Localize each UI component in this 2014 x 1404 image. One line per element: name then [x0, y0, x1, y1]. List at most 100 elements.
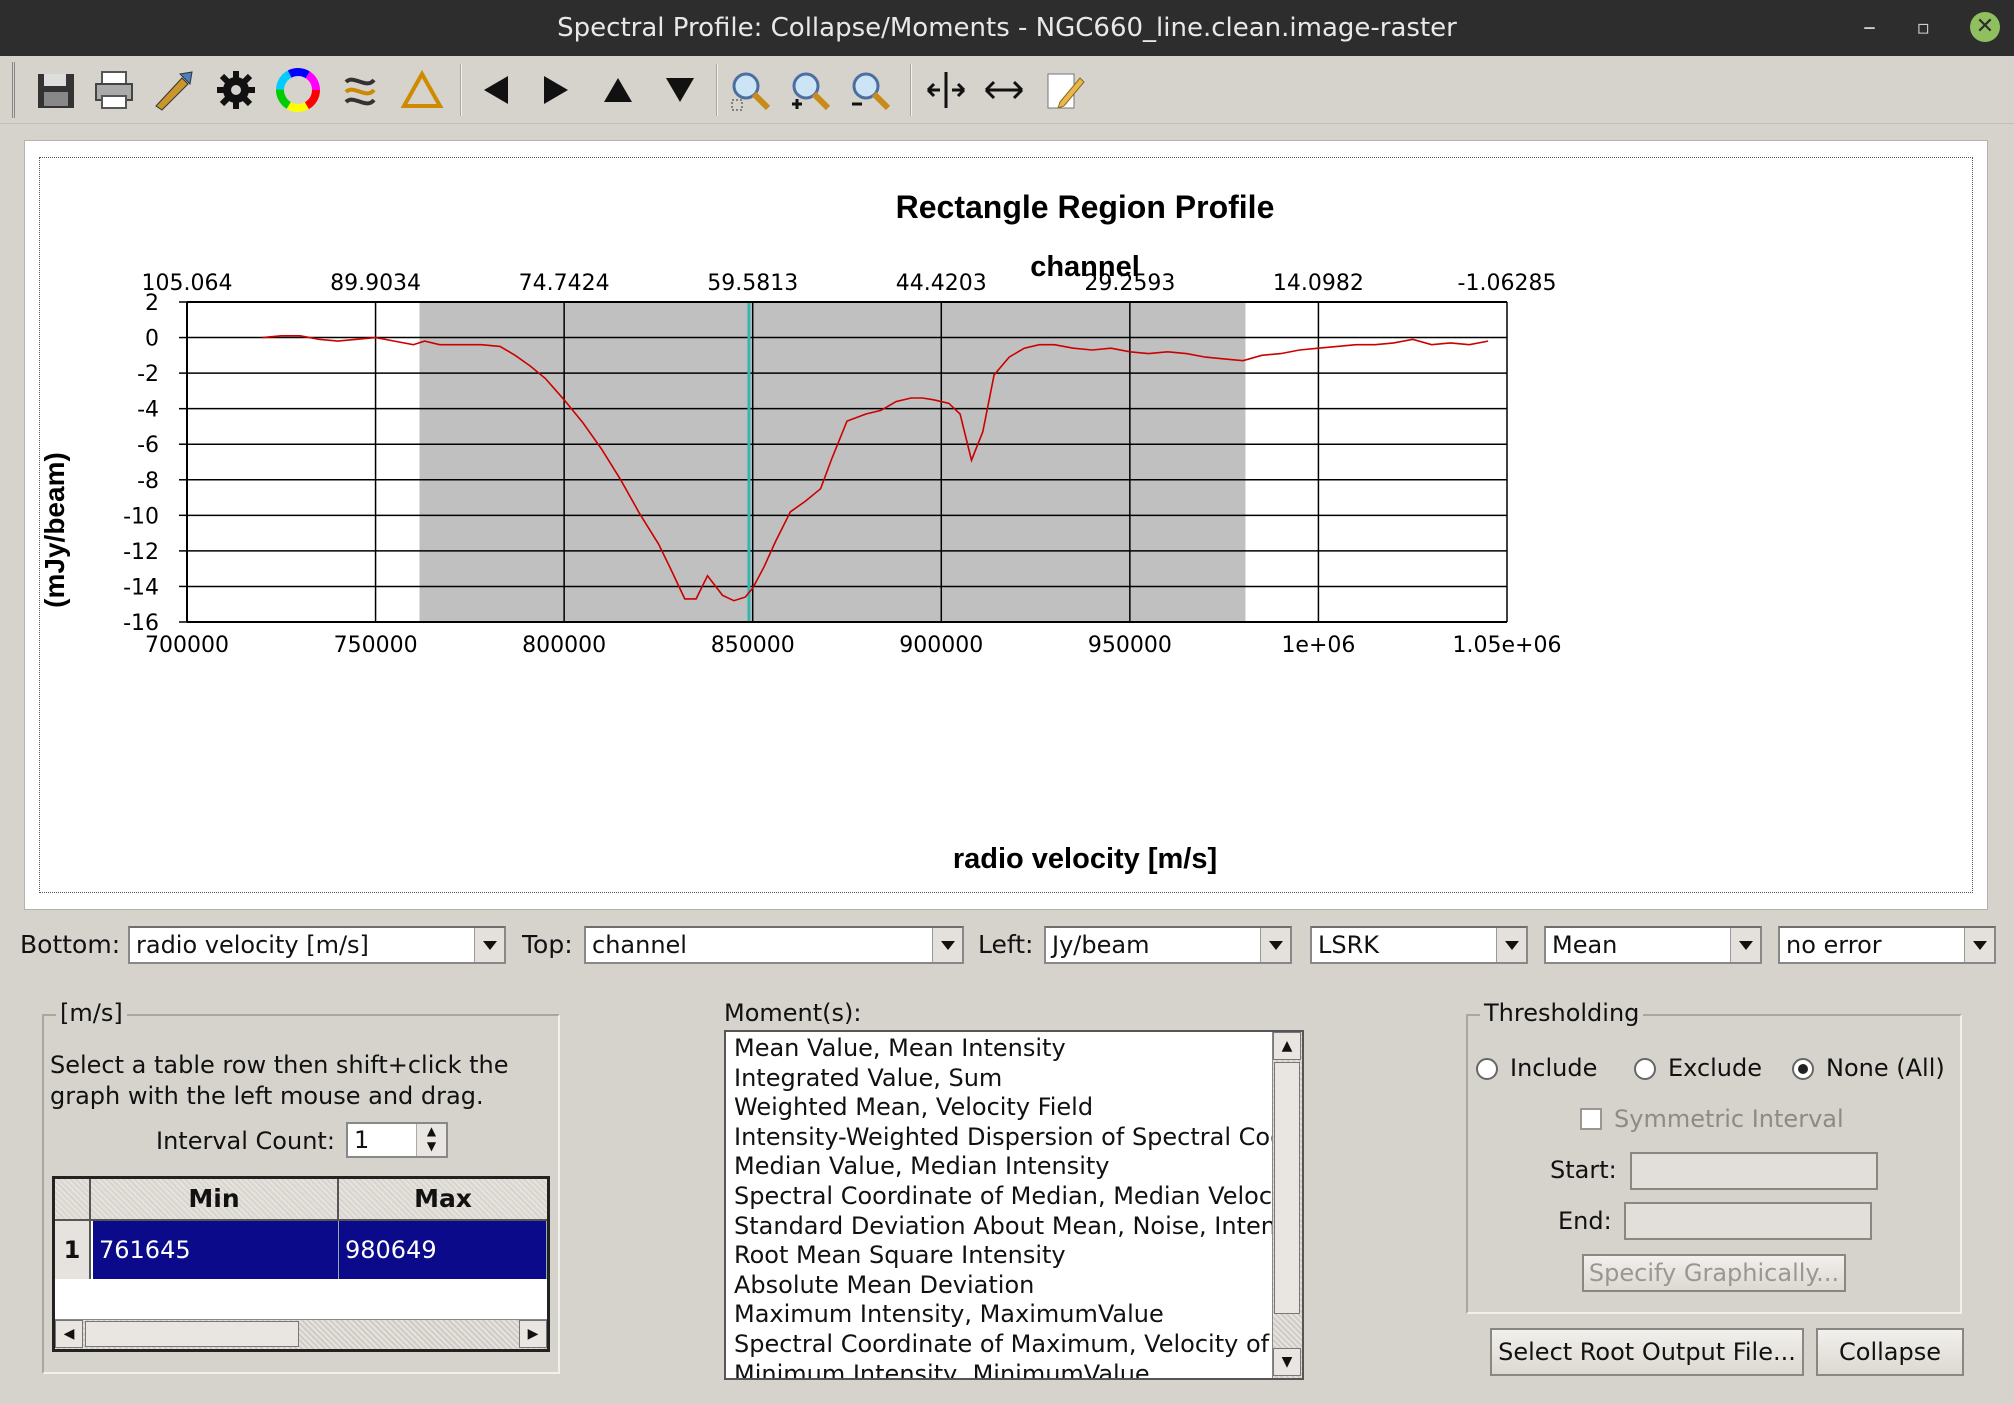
collapse-button[interactable]: Collapse — [1816, 1328, 1964, 1376]
chevron-down-icon[interactable] — [1260, 928, 1290, 962]
toolbar-grip[interactable] — [12, 62, 20, 118]
list-item[interactable]: Integrated Value, Sum — [734, 1064, 1002, 1094]
bottom-axis-select[interactable]: radio velocity [m/s] — [128, 926, 506, 964]
exclude-radio[interactable] — [1634, 1058, 1656, 1080]
chevron-down-icon[interactable] — [1964, 928, 1994, 962]
row-header[interactable]: 1 — [55, 1221, 91, 1279]
spinner-arrows-icon[interactable]: ▲ ▼ — [416, 1124, 446, 1156]
list-item[interactable]: Median Value, Median Intensity — [734, 1152, 1109, 1182]
x-tick-label: 700000 — [145, 633, 229, 658]
list-item[interactable]: Root Mean Square Intensity — [734, 1241, 1066, 1271]
preferences-icon[interactable] — [148, 64, 200, 116]
list-item[interactable]: Maximum Intensity, MaximumValue — [734, 1300, 1164, 1330]
right-arrow-icon[interactable] — [530, 64, 582, 116]
statistic-select[interactable]: Mean — [1544, 926, 1762, 964]
color-wheel-icon[interactable] — [272, 64, 324, 116]
smooth-icon[interactable] — [334, 64, 386, 116]
specify-graphically-button[interactable]: Specify Graphically... — [1582, 1254, 1846, 1292]
end-input[interactable] — [1624, 1202, 1872, 1240]
plot-panel[interactable]: 700000 750000 800000 850000 900000 950000 1e+0… — [24, 140, 1988, 910]
plot-canvas[interactable]: 700000 750000 800000 850000 900000 950000 1e+0… — [39, 157, 1973, 893]
column-header-min[interactable]: Min — [91, 1179, 339, 1221]
column-header-max[interactable]: Max — [339, 1179, 547, 1221]
none-all-label[interactable]: None (All) — [1826, 1053, 1945, 1084]
none-all-radio[interactable] — [1792, 1058, 1814, 1080]
moments-list[interactable]: Mean Value, Mean Intensity Integrated Val… — [724, 1030, 1304, 1380]
interval-count-label: Interval Count: — [156, 1127, 335, 1155]
y-tick-label: -6 — [137, 433, 159, 458]
list-item[interactable]: Standard Deviation About Mean, Noise, In… — [734, 1212, 1288, 1242]
left-axis-select[interactable]: Jy/beam — [1044, 926, 1292, 964]
exclude-label[interactable]: Exclude — [1668, 1053, 1762, 1084]
restore-button[interactable]: ▫ — [1916, 12, 1930, 42]
include-radio[interactable] — [1476, 1058, 1498, 1080]
error-select[interactable]: no error — [1778, 926, 1996, 964]
symmetric-interval-checkbox[interactable] — [1580, 1108, 1602, 1130]
up-arrow-icon[interactable] — [592, 64, 644, 116]
down-arrow-icon[interactable] — [654, 64, 706, 116]
top-tick-label: 14.0982 — [1273, 271, 1364, 296]
frame-select[interactable]: LSRK — [1310, 926, 1528, 964]
start-input[interactable] — [1630, 1152, 1878, 1190]
table-cell-min[interactable]: 761645 — [93, 1221, 339, 1279]
thresholding-title: Thresholding — [1480, 999, 1644, 1027]
scroll-left-icon[interactable]: ◀ — [55, 1320, 83, 1348]
scroll-right-icon[interactable]: ▶ — [519, 1320, 547, 1348]
scroll-up-icon[interactable]: ▲ — [1273, 1032, 1301, 1060]
table-cell-max[interactable]: 980649 — [339, 1221, 547, 1279]
triangle-icon[interactable] — [396, 64, 448, 116]
zoom-in-icon[interactable] — [784, 64, 836, 116]
zoom-out-icon[interactable] — [844, 64, 896, 116]
chevron-down-icon[interactable] — [474, 928, 504, 962]
zoom-fit-icon[interactable] — [724, 64, 776, 116]
list-item[interactable]: Mean Value, Mean Intensity — [734, 1034, 1066, 1064]
moments-label: Moment(s): — [724, 999, 862, 1027]
print-icon[interactable] — [88, 64, 140, 116]
title-bar: Spectral Profile: Collapse/Moments - NGC… — [0, 0, 2014, 56]
interval-table[interactable]: Min Max 1 761645 980649 ◀ ▶ — [52, 1176, 550, 1352]
vertical-scrollbar[interactable]: ▲ ▼ — [1272, 1032, 1302, 1378]
edit-icon[interactable] — [1038, 64, 1090, 116]
top-axis-value: channel — [592, 931, 687, 959]
select-root-output-button[interactable]: Select Root Output File... — [1490, 1328, 1804, 1376]
y-tick-label: -14 — [123, 575, 159, 600]
x-axis-label: radio velocity [m/s] — [953, 843, 1217, 875]
close-button[interactable]: ✕ — [1970, 12, 2000, 42]
chevron-down-icon[interactable] — [1730, 928, 1760, 962]
horizontal-scrollbar[interactable]: ◀ ▶ — [55, 1319, 547, 1349]
settings-gear-icon[interactable] — [210, 64, 262, 116]
top-tick-label: 44.4203 — [896, 271, 987, 296]
list-item[interactable]: Spectral Coordinate of Maximum, Velocity… — [734, 1330, 1284, 1360]
interval-count-value: 1 — [354, 1126, 370, 1154]
x-tick-label: 1e+06 — [1281, 633, 1355, 658]
scrollbar-thumb[interactable] — [1274, 1062, 1300, 1314]
pan-icon[interactable] — [920, 64, 972, 116]
y-tick-label: -8 — [137, 469, 159, 494]
spectral-profile-chart[interactable]: 700000 750000 800000 850000 900000 950000 1e+0… — [40, 158, 1974, 894]
save-icon[interactable] — [30, 64, 82, 116]
interval-instructions: Select a table row then shift+click the … — [50, 1051, 509, 1110]
top-tick-label: 59.5813 — [707, 271, 798, 296]
y-tick-label: -12 — [123, 540, 159, 565]
left-arrow-icon[interactable] — [470, 64, 522, 116]
include-label[interactable]: Include — [1510, 1053, 1597, 1084]
table-corner — [55, 1179, 91, 1221]
error-value: no error — [1786, 931, 1882, 959]
list-item[interactable]: Spectral Coordinate of Median, Median Ve… — [734, 1182, 1288, 1212]
start-label: Start: — [1550, 1156, 1617, 1184]
list-item[interactable]: Weighted Mean, Velocity Field — [734, 1093, 1093, 1123]
top-axis-select[interactable]: channel — [584, 926, 964, 964]
scroll-down-icon[interactable]: ▼ — [1273, 1348, 1301, 1376]
chevron-down-icon[interactable] — [1496, 928, 1526, 962]
list-item[interactable]: Intensity-Weighted Dispersion of Spectra… — [734, 1123, 1285, 1153]
list-item[interactable]: Absolute Mean Deviation — [734, 1271, 1034, 1301]
chevron-down-icon[interactable] — [932, 928, 962, 962]
y-tick-label: 0 — [145, 327, 159, 352]
interval-count-spinbox[interactable]: 1 ▲ ▼ — [346, 1122, 448, 1158]
minimize-button[interactable]: – — [1863, 12, 1876, 42]
scrollbar-thumb[interactable] — [85, 1321, 299, 1347]
list-item[interactable]: Minimum Intensity, MinimumValue — [734, 1360, 1150, 1378]
symmetric-interval-label: Symmetric Interval — [1614, 1105, 1844, 1133]
horizontal-arrows-icon[interactable] — [978, 64, 1030, 116]
window-title: Spectral Profile: Collapse/Moments - NGC… — [557, 13, 1457, 43]
